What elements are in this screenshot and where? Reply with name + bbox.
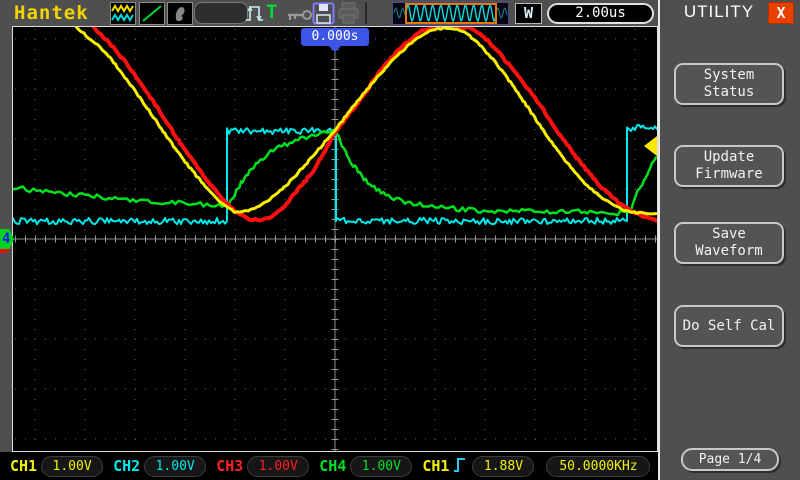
hand-icon[interactable] (167, 2, 193, 25)
trigger-source-label[interactable]: CH1 (422, 457, 449, 475)
menu-title: UTILITY (683, 2, 755, 21)
status-bar: CH1 1.00V CH2 1.00V CH3 1.00V CH4 1.00V … (0, 452, 658, 480)
ramp-icon[interactable] (139, 2, 165, 25)
ch3-label[interactable]: CH3 (216, 457, 243, 475)
ch2-label[interactable]: CH2 (113, 457, 140, 475)
oscilloscope-screen: Hantek T W 2.00us 0.000s 4 UTILITY X Sys… (0, 0, 800, 480)
rising-edge-icon (453, 455, 468, 478)
ch1-scale[interactable]: 1.00V (41, 455, 104, 477)
print-icon[interactable] (337, 2, 360, 28)
ch4-scale[interactable]: 1.00V (350, 455, 413, 477)
page-button[interactable]: Page 1/4 (681, 448, 779, 471)
time-offset-tag: 0.000s (301, 28, 369, 52)
waveform-preview (392, 2, 509, 25)
readout-box-empty (194, 2, 248, 24)
utility-menu: UTILITY X System Status Update Firmware … (658, 0, 800, 480)
close-icon[interactable]: X (768, 2, 794, 24)
zoom-window-indicator[interactable] (405, 3, 497, 24)
hantek-logo: Hantek (14, 2, 89, 24)
update-firmware-button[interactable]: Update Firmware (674, 145, 784, 187)
system-status-button[interactable]: System Status (674, 63, 784, 105)
trigger-frequency-readout: 50.0000KHz (546, 455, 651, 477)
window-mode-indicator: W (515, 3, 542, 24)
scope-display: 0.000s (12, 26, 658, 452)
trigger-level-readout[interactable]: 1.88V (472, 455, 535, 477)
ch2-scale[interactable]: 1.00V (144, 455, 207, 477)
key-icon[interactable] (286, 7, 313, 26)
waveform-plot (13, 27, 657, 451)
channel-waves-icon[interactable] (110, 2, 136, 25)
channel4-position-marker[interactable]: 4 (0, 229, 14, 249)
ch3-scale[interactable]: 1.00V (247, 455, 310, 477)
toolbar-separator (365, 2, 367, 24)
save-floppy-icon[interactable] (312, 2, 335, 29)
do-self-cal-button[interactable]: Do Self Cal (674, 305, 784, 347)
trigger-t-label: T (266, 1, 278, 23)
save-waveform-button[interactable]: Save Waveform (674, 222, 784, 264)
timebase-readout: 2.00us (547, 3, 654, 24)
pulse-icon[interactable] (245, 2, 264, 29)
ch1-label[interactable]: CH1 (10, 457, 37, 475)
toolbar: Hantek T W 2.00us (0, 0, 658, 27)
ch4-label[interactable]: CH4 (319, 457, 346, 475)
